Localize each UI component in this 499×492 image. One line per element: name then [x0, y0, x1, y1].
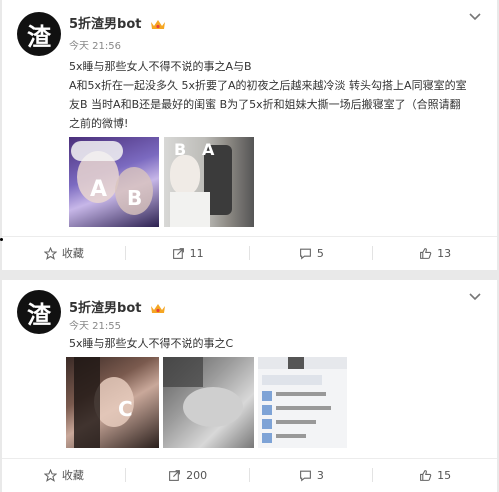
post-image-1[interactable]: C	[66, 357, 159, 448]
star-icon	[43, 468, 57, 482]
post-time[interactable]: 今天 21:56	[69, 37, 121, 52]
post-card: 渣 5折渣男bot 今天 21:56 5x睡与那些女人不得不说的事之A与B A和…	[2, 0, 497, 270]
like-count: 15	[437, 468, 452, 482]
favorite-button[interactable]: 收藏	[2, 459, 126, 491]
comment-button[interactable]: 5	[250, 237, 374, 269]
user-name[interactable]: 5折渣男bot	[69, 301, 142, 316]
comment-button[interactable]: 3	[250, 459, 374, 491]
weibo-feed: 渣 5折渣男bot 今天 21:56 5x睡与那些女人不得不说的事之A与B A和…	[0, 0, 499, 492]
star-icon	[43, 246, 57, 260]
favorite-button[interactable]: 收藏	[2, 237, 126, 269]
image-label: A	[202, 140, 215, 159]
repost-button[interactable]: 11	[126, 237, 250, 269]
repost-icon	[172, 247, 184, 259]
user-name-row: 5折渣男bot	[69, 13, 166, 32]
post-time[interactable]: 今天 21:55	[69, 317, 121, 332]
comment-count: 3	[316, 468, 324, 482]
bullet-dot	[0, 238, 3, 241]
post-text-line: 5x睡与那些女人不得不说的事之A与B	[69, 60, 252, 73]
repost-icon	[169, 469, 181, 481]
user-name[interactable]: 5折渣男bot	[69, 17, 142, 32]
like-button[interactable]: 15	[373, 459, 497, 491]
post-image-2[interactable]: B A	[164, 137, 254, 227]
post-image-3-chat-screenshot[interactable]	[258, 357, 347, 448]
post-text-line: 友B 当时A和B还是最好的闺蜜 B为了5x折和姐妹大撕一场后搬寝室了（合照请翻	[69, 98, 461, 111]
avatar[interactable]: 渣	[17, 290, 61, 334]
image-label: B	[127, 186, 143, 210]
image-label: B	[174, 140, 187, 159]
chevron-down-icon[interactable]	[468, 292, 482, 302]
post-image-2[interactable]	[163, 357, 254, 448]
post-actions: 收藏 200 3 15	[2, 458, 497, 491]
favorite-label: 收藏	[61, 247, 84, 260]
favorite-label: 收藏	[61, 469, 84, 482]
post-text: 5x睡与那些女人不得不说的事之A与B A和5x折在一起没多久 5x折要了A的初夜…	[69, 57, 489, 133]
post-image-1[interactable]: A B	[69, 137, 159, 227]
chevron-down-icon[interactable]	[468, 12, 482, 22]
post-card: 渣 5折渣男bot 今天 21:55 5x睡与那些女人不得不说的事之C C 收藏…	[2, 280, 497, 492]
image-label: C	[118, 397, 133, 421]
repost-count: 11	[189, 246, 204, 260]
comment-icon	[299, 470, 311, 482]
user-name-row: 5折渣男bot	[69, 297, 166, 316]
avatar-char: 渣	[27, 299, 51, 329]
post-text-line: A和5x折在一起没多久 5x折要了A的初夜之后越来越冷淡 转头勾搭上A同寝室的室	[69, 79, 467, 92]
like-count: 13	[437, 246, 452, 260]
thumbs-up-icon	[420, 247, 432, 259]
thumbs-up-icon	[420, 469, 432, 481]
post-actions: 收藏 11 5 13	[2, 236, 497, 269]
avatar-char: 渣	[27, 21, 51, 51]
image-label: A	[90, 177, 108, 202]
post-text: 5x睡与那些女人不得不说的事之C	[69, 334, 489, 353]
post-text-line: 5x睡与那些女人不得不说的事之C	[69, 337, 234, 350]
avatar[interactable]: 渣	[17, 12, 61, 56]
repost-count: 200	[186, 468, 208, 482]
like-button[interactable]: 13	[373, 237, 497, 269]
post-text-line: 之前的微博!	[69, 117, 129, 130]
comment-count: 5	[316, 246, 324, 260]
vip-crown-icon	[151, 20, 166, 29]
comment-icon	[299, 248, 311, 260]
vip-crown-icon	[151, 304, 166, 313]
repost-button[interactable]: 200	[126, 459, 250, 491]
